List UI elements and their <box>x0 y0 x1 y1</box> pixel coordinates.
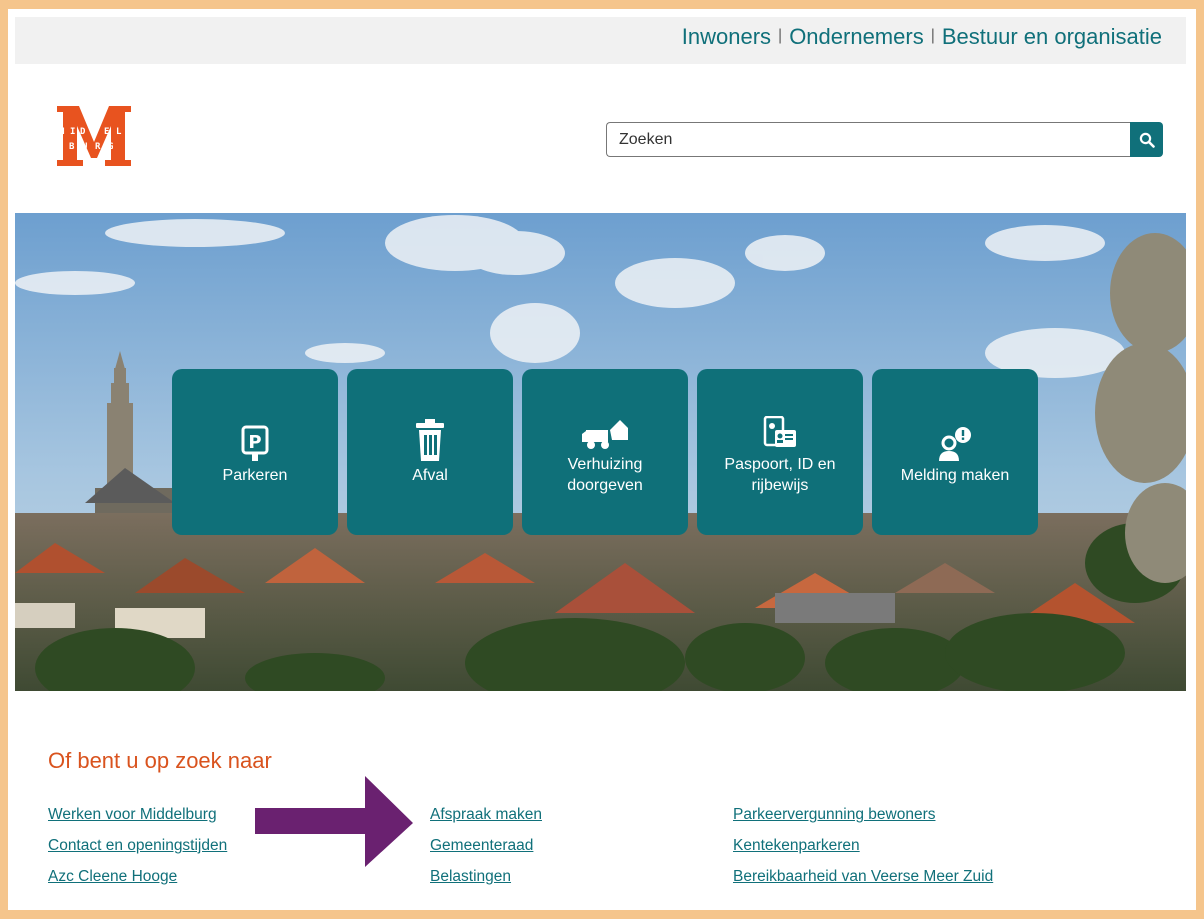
id-card-icon <box>763 416 796 447</box>
report-person-icon <box>939 426 971 461</box>
svg-text:I: I <box>70 127 75 137</box>
parking-icon: P <box>241 425 269 461</box>
site-search <box>606 122 1163 157</box>
middelburg-logo-mark: MID DEL BURG <box>57 106 131 166</box>
quick-task-tiles: P Parkeren Afval Verhuizing doorgeven Pa… <box>172 369 1038 535</box>
nav-ondernemers[interactable]: Ondernemers <box>789 24 924 50</box>
link-belastingen[interactable]: Belastingen <box>430 868 542 899</box>
nav-separator: | <box>778 27 783 44</box>
svg-text:P: P <box>248 432 261 453</box>
moving-truck-icon <box>582 420 628 449</box>
link-afspraak-maken[interactable]: Afspraak maken <box>430 806 542 837</box>
tile-label: Melding maken <box>900 466 1010 484</box>
tile-parkeren[interactable]: P Parkeren <box>172 369 338 535</box>
tile-label: Parkeren <box>222 466 288 484</box>
nav-inwoners[interactable]: Inwoners <box>682 24 771 50</box>
svg-text:E: E <box>104 127 109 137</box>
link-contact-en-openingstijden[interactable]: Contact en openingstijden <box>48 837 227 868</box>
search-button[interactable] <box>1130 122 1163 157</box>
annotation-arrow <box>255 776 413 867</box>
hero-banner: P Parkeren Afval Verhuizing doorgeven Pa… <box>15 213 1186 691</box>
svg-text:R: R <box>95 142 101 152</box>
svg-text:D: D <box>80 127 86 137</box>
tile-verhuizing-doorgeven[interactable]: Verhuizing doorgeven <box>522 369 688 535</box>
middelburg-logo[interactable]: MID DEL BURG <box>55 104 133 168</box>
search-input[interactable] <box>606 122 1130 157</box>
link-parkeervergunning-bewoners[interactable]: Parkeervergunning bewoners <box>733 806 993 837</box>
section-title: Of bent u op zoek naar <box>48 748 272 773</box>
link-gemeenteraad[interactable]: Gemeenteraad <box>430 837 542 868</box>
svg-text:B: B <box>69 142 75 152</box>
search-icon <box>1139 132 1155 148</box>
tile-label: Paspoort, ID en rijbewijs <box>724 456 836 494</box>
audience-nav: Inwoners | Ondernemers | Bestuur en orga… <box>682 24 1162 50</box>
nav-bestuur-en-organisatie[interactable]: Bestuur en organisatie <box>942 24 1162 50</box>
svg-text:L: L <box>116 127 122 137</box>
svg-text:M: M <box>59 127 65 137</box>
tile-label: Afval <box>412 466 448 484</box>
tile-paspoort-id-rijbewijs[interactable]: Paspoort, ID en rijbewijs <box>697 369 863 535</box>
svg-text:G: G <box>108 142 113 152</box>
svg-text:D: D <box>92 127 98 137</box>
links-column-2: Afspraak maken Gemeenteraad Belastingen <box>430 806 542 899</box>
links-column-1: Werken voor Middelburg Contact en openin… <box>48 806 227 899</box>
svg-text:U: U <box>82 142 87 152</box>
links-column-3: Parkeervergunning bewoners Kentekenparke… <box>733 806 993 899</box>
link-bereikbaarheid-veerse-meer-zuid[interactable]: Bereikbaarheid van Veerse Meer Zuid <box>733 868 993 899</box>
tile-label: Verhuizing doorgeven <box>567 456 643 494</box>
link-kentekenparkeren[interactable]: Kentekenparkeren <box>733 837 993 868</box>
tile-afval[interactable]: Afval <box>347 369 513 535</box>
top-navigation-bar: Inwoners | Ondernemers | Bestuur en orga… <box>15 17 1186 64</box>
nav-separator: | <box>930 27 935 44</box>
link-azc-cleene-hooge[interactable]: Azc Cleene Hooge <box>48 868 227 899</box>
tile-melding-maken[interactable]: Melding maken <box>872 369 1038 535</box>
link-werken-voor-middelburg[interactable]: Werken voor Middelburg <box>48 806 227 837</box>
trash-icon <box>416 418 444 461</box>
